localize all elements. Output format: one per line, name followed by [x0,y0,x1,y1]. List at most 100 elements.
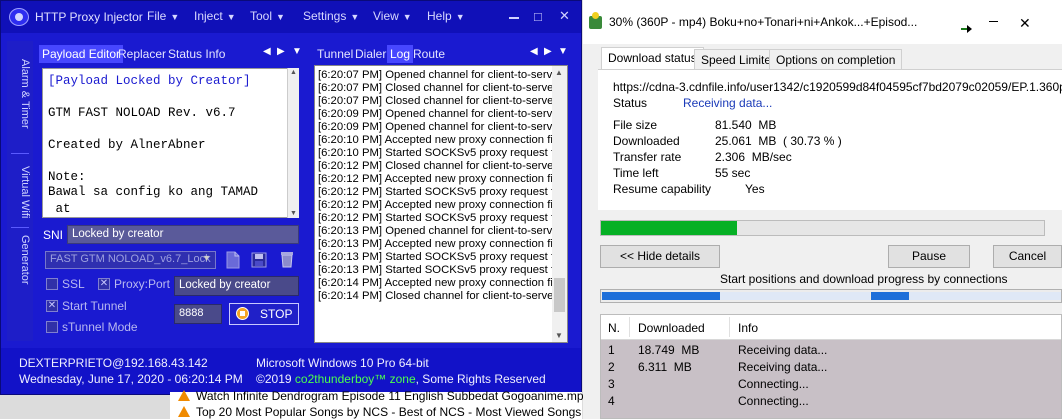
tab-scroll-left-icon[interactable]: ◀ [530,46,538,57]
column-header-info[interactable]: Info [738,321,758,335]
menu-help[interactable]: Help ▼ [427,9,465,23]
tab-tunnel[interactable]: Tunnel [314,45,356,63]
proxy-input[interactable]: Locked by creator [174,276,299,296]
menu-settings[interactable]: Settings ▼ [303,9,359,23]
chevron-down-icon: ▼ [202,253,211,263]
log-line: [6:20:12 PM] Accepted new proxy connecti… [318,199,553,211]
tab-replacer[interactable]: Replacer [115,45,169,63]
log-line: [6:20:07 PM] Closed channel for client-t… [318,95,554,107]
tab-scroll-left-icon[interactable]: ◀ [263,46,271,57]
cell-n: 2 [608,360,615,374]
cell-n: 3 [608,377,615,391]
scroll-down-icon[interactable]: ▼ [290,210,297,217]
scroll-down-icon[interactable]: ▼ [555,331,563,340]
tab-download-status[interactable]: Download status [601,47,704,71]
window-title: 30% (360P - mp4) Boku+no+Tonari+ni+Ankok… [609,15,918,29]
tab-options-on-completion[interactable]: Options on completion [769,49,903,70]
table-row[interactable]: 1 18.749 MB Receiving data... [601,343,1061,360]
minimize-icon[interactable] [509,17,519,19]
scroll-thumb[interactable] [554,278,565,312]
tab-dialer[interactable]: Dialer [352,45,389,63]
log-list[interactable]: [6:20:07 PM] Opened channel for client-t… [314,65,568,343]
app-logo-icon [9,8,29,26]
log-line: [6:20:12 PM] Started SOCKSv5 proxy reque… [318,212,555,224]
proxy-port-checkbox[interactable]: ✕ [98,278,110,290]
cell-info: Receiving data... [738,360,828,374]
idm-logo-icon [589,12,602,29]
connection-segment [871,292,909,300]
config-file-select[interactable]: FAST GTM NOLOAD_v6.7_Lock ▼ [45,251,216,269]
pause-button[interactable]: Pause [888,245,970,268]
side-tab-generator[interactable]: Generator [9,231,31,289]
stop-label: STOP [260,307,293,321]
side-tab-virtual-wifi[interactable]: Virtual Wifi [9,159,31,225]
date-time: Wednesday, June 17, 2020 - 06:20:14 PM [19,372,243,386]
status-value: Receiving data... [683,96,773,110]
tab-payload-editor[interactable]: Payload Editor [39,45,124,63]
scroll-up-icon[interactable]: ▲ [290,69,297,76]
minimize-icon[interactable] [989,21,998,22]
log-line: [6:20:10 PM] Accepted new proxy connecti… [318,134,553,146]
status-footer: DEXTERPRIETO@192.168.43.142 Wednesday, J… [1,348,581,394]
table-row[interactable]: 2 6.311 MB Receiving data... [601,360,1061,377]
ssl-checkbox[interactable] [46,278,58,290]
cancel-button[interactable]: Cancel [993,245,1062,268]
stop-button[interactable]: STOP [229,303,299,325]
file-icon[interactable] [225,251,241,269]
port-input[interactable]: 8888 [174,304,222,324]
column-header-n[interactable]: N. [608,321,620,335]
connections-table: N. Downloaded Info 1 18.749 MB Receiving d… [600,314,1062,419]
table-row[interactable]: 3 Connecting... [601,377,1061,394]
menu-tool[interactable]: Tool ▼ [250,9,285,23]
tab-route[interactable]: Route [410,45,448,63]
log-line: [6:20:13 PM] Opened channel for client-t… [318,225,559,237]
table-row[interactable]: 4 Connecting... [601,394,1061,411]
side-tab-alarm-timer[interactable]: Alarm & Timer [9,45,31,143]
time-left-value: 55 sec [715,166,751,180]
menu-view[interactable]: View ▼ [373,9,412,23]
time-left-label: Time left [613,166,659,180]
cell-info: Connecting... [738,394,809,408]
clear-icon[interactable] [279,250,295,268]
resume-capability-label: Resume capability [613,182,712,196]
tab-scroll-right-icon[interactable]: ▶ [277,46,285,57]
tab-status-info[interactable]: Status Info [165,45,228,63]
brand-link[interactable]: co2thunderboy™ zone [295,372,416,386]
log-line: [6:20:09 PM] Opened channel for client-t… [318,108,559,120]
close-icon[interactable]: ✕ [1019,15,1031,32]
progress-fill [601,221,737,235]
list-item[interactable]: Top 20 Most Popular Songs by NCS - Best … [178,405,639,419]
menu-file[interactable]: File ▼ [147,9,179,23]
start-tunnel-checkbox[interactable]: ✕ [46,300,58,312]
tab-dropdown-icon[interactable]: ▼ [558,46,568,57]
download-status-panel: https://cdna-3.cdnfile.info/user1342/c19… [598,69,1062,210]
scroll-up-icon[interactable]: ▲ [555,68,563,77]
payload-editor[interactable]: [Payload Locked by Creator] GTM FAST NOL… [42,68,299,218]
tab-dropdown-icon[interactable]: ▼ [292,46,302,57]
cell-n: 4 [608,394,615,408]
log-scrollbar[interactable]: ▲ ▼ [552,66,567,342]
payload-scrollbar[interactable]: ▲ ▼ [287,68,299,218]
os-info: Microsoft Windows 10 Pro 64-bit [256,356,429,370]
downloaded-value: 25.061 MB ( 30.73 % ) [715,134,842,148]
title-bar: HTTP Proxy Injector File ▼ Inject ▼ Tool ▼ … [1,1,581,33]
menu-inject[interactable]: Inject ▼ [194,9,236,23]
column-header-downloaded[interactable]: Downloaded [638,321,705,335]
payload-line: Note: [48,170,86,184]
log-line: [6:20:13 PM] Started SOCKSv5 proxy reque… [318,251,555,263]
log-line: [6:20:14 PM] Closed channel for client-t… [318,290,554,302]
proxy-port-label: Proxy:Port [114,277,171,291]
log-line: [6:20:14 PM] Accepted new proxy connecti… [318,277,553,289]
maximize-icon[interactable]: □ [534,9,542,24]
close-icon[interactable]: ✕ [559,8,570,24]
hide-details-button[interactable]: << Hide details [600,245,720,268]
log-line: [6:20:12 PM] Accepted new proxy connecti… [318,173,553,185]
save-icon[interactable] [251,251,267,269]
sni-input[interactable]: Locked by creator [67,225,299,244]
list-item[interactable]: Watch Infinite Dendrogram Episode 11 Eng… [178,389,590,403]
tab-scroll-right-icon[interactable]: ▶ [544,46,552,57]
vlc-icon [178,406,190,417]
start-tunnel-label: Start Tunnel [62,299,127,313]
copyright-suffix: , Some Rights Reserved [415,372,546,386]
stunnel-mode-checkbox[interactable] [46,321,58,333]
